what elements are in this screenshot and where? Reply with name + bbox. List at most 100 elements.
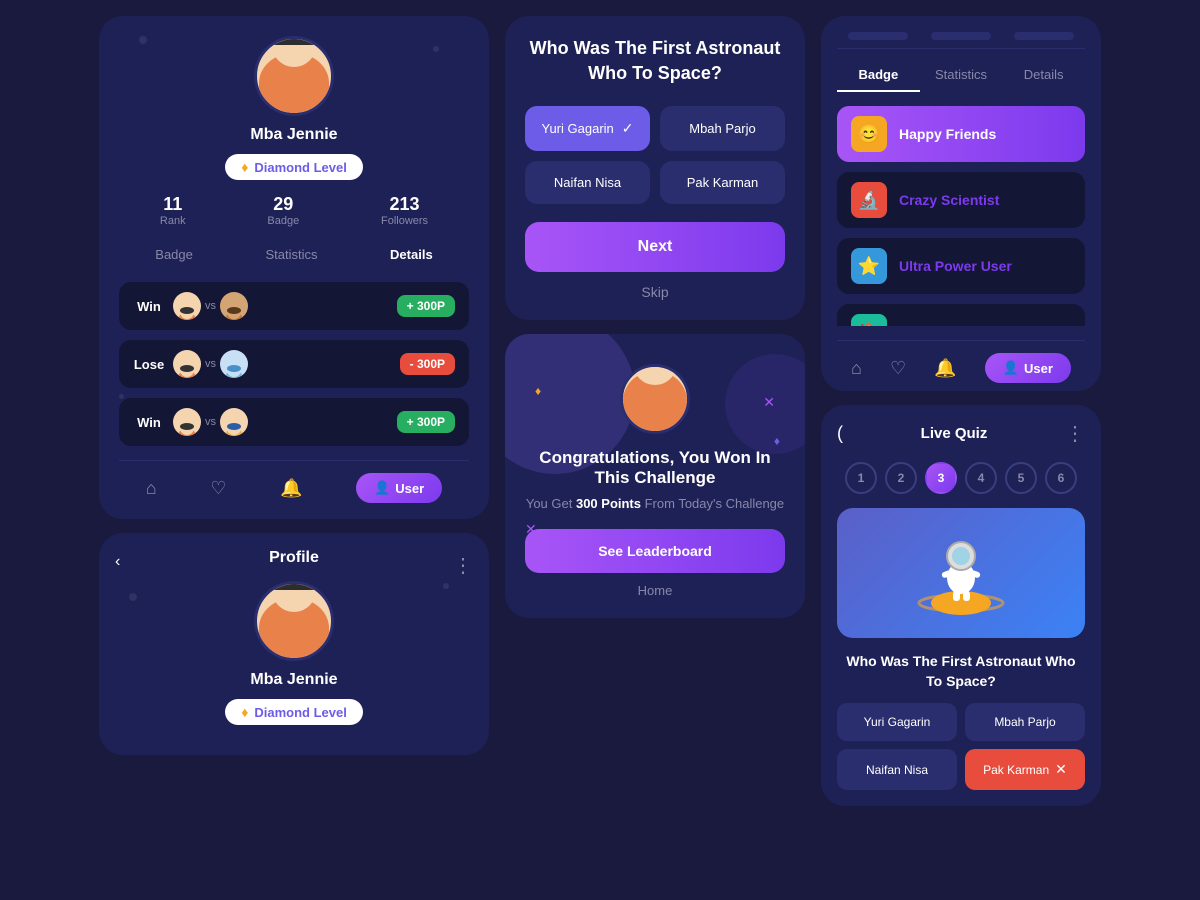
wrong-icon: ✕ xyxy=(1055,761,1067,778)
home-icon[interactable]: ⌂ xyxy=(146,478,157,499)
lq-answer-naifan[interactable]: Naifan Nisa xyxy=(837,749,957,790)
user-nav-button[interactable]: 👤 User xyxy=(356,473,442,503)
nav-pill xyxy=(848,32,908,40)
avatar-hair xyxy=(272,36,316,45)
stat-followers-label: Followers xyxy=(381,215,428,227)
match-avatars-3: vs xyxy=(173,408,389,436)
badge-item-ultra: ⭐ Ultra Power User xyxy=(837,238,1085,294)
nav-bar: ⌂ ♡ 🔔 👤 User xyxy=(119,460,469,503)
tab-details[interactable]: Details xyxy=(382,243,441,266)
diamond-badge-2: ♦ Diamond Level xyxy=(225,699,363,725)
lq-step-4[interactable]: 4 xyxy=(965,462,997,494)
lq-more-button[interactable]: ⋮ xyxy=(1065,421,1085,446)
avatar xyxy=(254,36,334,116)
badge-list: 😊 Happy Friends 🔬 Crazy Scientist ⭐ Ultr… xyxy=(837,106,1085,326)
points-badge: - 300P xyxy=(400,353,455,375)
match-avatars-1: vs xyxy=(173,292,389,320)
user-icon-badge: 👤 xyxy=(1003,360,1019,376)
tab-badge[interactable]: Badge xyxy=(147,243,201,266)
avatar-hair-2 xyxy=(272,581,316,590)
congrats-avatar xyxy=(620,364,690,434)
nav-pill xyxy=(1014,32,1074,40)
live-quiz-header: ( Live Quiz ⋮ xyxy=(837,421,1085,446)
back-button[interactable]: ‹ xyxy=(115,553,120,571)
answer-text: Yuri Gagarin xyxy=(542,121,614,136)
badge-icon-happy: 😊 xyxy=(851,116,887,152)
badge-nav-bar: ⌂ ♡ 🔔 👤 User xyxy=(837,340,1085,383)
deco-x-1: ✕ xyxy=(763,394,775,411)
bell-icon[interactable]: 🔔 xyxy=(280,478,302,499)
answer-grid: Yuri Gagarin ✓ Mbah Parjo Naifan Nisa Pa… xyxy=(525,106,785,204)
bell-icon-badge[interactable]: 🔔 xyxy=(934,358,956,379)
lq-back-button[interactable]: ( xyxy=(837,423,843,444)
lq-step-3[interactable]: 3 xyxy=(925,462,957,494)
lq-answer-yuri[interactable]: Yuri Gagarin xyxy=(837,703,957,741)
vs-text: vs xyxy=(205,416,216,428)
deco-diamond-1: ♦ xyxy=(535,384,541,398)
heart-icon[interactable]: ♡ xyxy=(210,478,226,499)
lq-step-6[interactable]: 6 xyxy=(1045,462,1077,494)
answer-yuri[interactable]: Yuri Gagarin ✓ xyxy=(525,106,650,151)
stat-badge: 29 Badge xyxy=(267,194,299,227)
heart-icon-badge[interactable]: ♡ xyxy=(890,358,906,379)
home-icon-badge[interactable]: ⌂ xyxy=(851,358,862,379)
check-icon: ✓ xyxy=(622,120,634,137)
congrats-subtitle: You Get 300 Points From Today's Challeng… xyxy=(525,496,785,511)
points-badge: + 300P xyxy=(397,411,455,433)
profile-title: Profile xyxy=(269,549,319,566)
badge-tab-badge[interactable]: Badge xyxy=(837,59,920,92)
congrats-avatar-head xyxy=(633,364,677,385)
badge-item-happy: 😊 Happy Friends xyxy=(837,106,1085,162)
deco-dot xyxy=(129,593,137,601)
vs-text: vs xyxy=(205,300,216,312)
lq-step-2[interactable]: 2 xyxy=(885,462,917,494)
match-result-1: Win xyxy=(133,299,165,314)
congrats-post: From Today's Challenge xyxy=(641,496,784,511)
match-result-3: Win xyxy=(133,415,165,430)
stat-followers-value: 213 xyxy=(381,194,428,215)
diamond-level-text: Diamond Level xyxy=(254,160,346,175)
match-avatars-2: vs xyxy=(173,350,392,378)
lq-answer-pak[interactable]: Pak Karman ✕ xyxy=(965,749,1085,790)
badge-name-ultra: Ultra Power User xyxy=(899,258,1012,274)
more-options-button[interactable]: ⋮ xyxy=(453,553,473,578)
stat-badge-label: Badge xyxy=(267,215,299,227)
badge-name-happy: Happy Friends xyxy=(899,126,996,142)
badge-name-home: Happy Friends xyxy=(899,324,996,326)
user-nav-button-badge[interactable]: 👤 User xyxy=(985,353,1071,383)
lq-title: Live Quiz xyxy=(921,425,988,442)
home-link[interactable]: Home xyxy=(525,583,785,598)
badge-tab-details[interactable]: Details xyxy=(1002,59,1085,92)
lq-steps: 1 2 3 4 5 6 xyxy=(837,462,1085,494)
tab-statistics[interactable]: Statistics xyxy=(257,243,325,266)
deco-dot xyxy=(443,583,449,589)
skip-link[interactable]: Skip xyxy=(525,284,785,300)
lq-step-5[interactable]: 5 xyxy=(1005,462,1037,494)
answer-pak[interactable]: Pak Karman xyxy=(660,161,785,204)
leaderboard-button[interactable]: See Leaderboard xyxy=(525,529,785,573)
badge-card: Badge Statistics Details 😊 Happy Friends… xyxy=(821,16,1101,391)
answer-text: Naifan Nisa xyxy=(554,175,621,190)
next-button[interactable]: Next xyxy=(525,222,785,272)
astronaut-svg xyxy=(901,518,1021,628)
badge-icon-home: 🏠 xyxy=(851,314,887,326)
badge-tab-stats[interactable]: Statistics xyxy=(920,59,1003,92)
answer-mbah[interactable]: Mbah Parjo xyxy=(660,106,785,151)
lq-answers: Yuri Gagarin Mbah Parjo Naifan Nisa Pak … xyxy=(837,703,1085,790)
profile-name-2: Mba Jennie xyxy=(119,671,469,689)
badge-icon-crazy: 🔬 xyxy=(851,182,887,218)
lq-image xyxy=(837,508,1085,638)
user-btn-label-badge: User xyxy=(1024,361,1053,376)
lq-question: Who Was The First Astronaut Who To Space… xyxy=(837,652,1085,691)
badge-icon-ultra: ⭐ xyxy=(851,248,887,284)
live-quiz-card: ( Live Quiz ⋮ 1 2 3 4 5 6 xyxy=(821,405,1101,806)
lq-answer-mbah[interactable]: Mbah Parjo xyxy=(965,703,1085,741)
mini-avatar xyxy=(220,350,248,378)
answer-naifan[interactable]: Naifan Nisa xyxy=(525,161,650,204)
user-btn-label: User xyxy=(395,481,424,496)
lq-step-1[interactable]: 1 xyxy=(845,462,877,494)
congrats-card: ♦ ♦ ✕ ✕ Congratulations, You Won In This… xyxy=(505,334,805,618)
mini-avatar xyxy=(220,292,248,320)
mini-avatar xyxy=(220,408,248,436)
stat-badge-value: 29 xyxy=(267,194,299,215)
